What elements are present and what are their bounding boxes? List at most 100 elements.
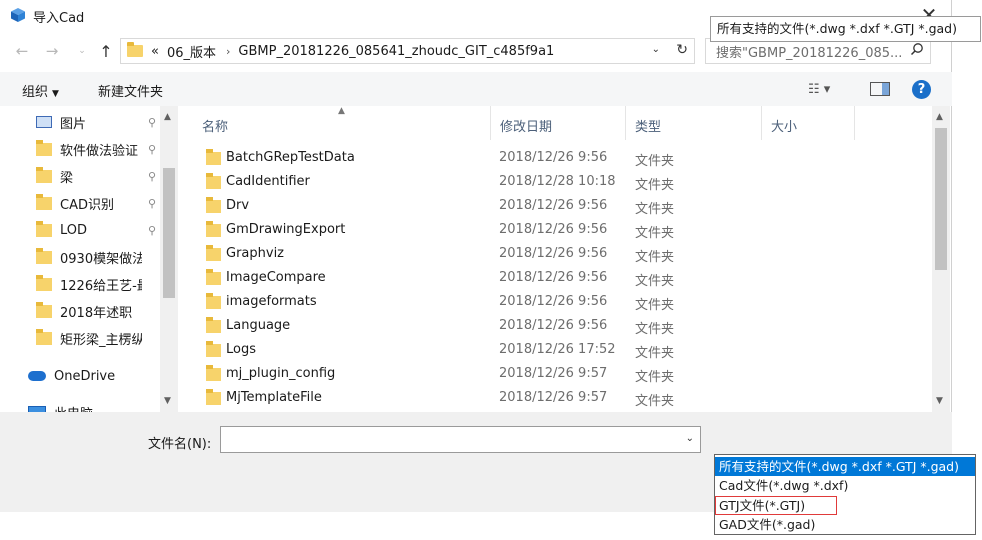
address-dropdown-icon[interactable]: ⌄ [652, 44, 660, 55]
forward-button[interactable]: → [42, 41, 62, 61]
file-type: 文件夹 [635, 370, 675, 385]
file-row[interactable]: Language 2018/12/26 9:56 文件夹 [186, 314, 930, 338]
recent-locations-button[interactable]: ⌄ [72, 41, 92, 61]
sidebar-item-folder[interactable]: 0930模架做法 [36, 245, 166, 269]
file-row[interactable]: Logs 2018/12/26 17:52 文件夹 [186, 338, 930, 362]
file-type-dropdown-list: 所有支持的文件(*.dwg *.dxf *.GTJ *.gad) Cad文件(*… [714, 454, 976, 535]
breadcrumb-item[interactable]: 06_版本 [167, 42, 216, 61]
sidebar-item-folder[interactable]: 1226给王艺-最终 [36, 272, 166, 296]
app-icon [11, 8, 25, 22]
folder-icon [206, 365, 221, 381]
folder-icon [206, 221, 221, 237]
sidebar-item-folder[interactable]: 2018年述职 [36, 299, 166, 323]
file-type-option[interactable]: GTJ文件(*.GTJ) [715, 496, 837, 515]
address-bar[interactable]: « 06_版本 › GBMP_20181226_085641_zhoudc_GI… [120, 38, 695, 64]
folder-icon [206, 245, 221, 261]
file-row[interactable]: CadIdentifier 2018/12/28 10:18 文件夹 [186, 170, 930, 194]
help-icon[interactable]: ? [912, 80, 931, 99]
sidebar-item-label: 1226给王艺-最终 [60, 278, 142, 294]
column-type[interactable]: 类型 [635, 116, 661, 135]
scrollbar-thumb[interactable] [935, 128, 947, 270]
sidebar-item-folder[interactable]: CAD识别 ⚲ [36, 191, 166, 215]
file-row[interactable]: mj_plugin_config 2018/12/26 9:57 文件夹 [186, 362, 930, 386]
refresh-icon[interactable]: ↻ [676, 42, 688, 58]
file-row[interactable]: GmDrawingExport 2018/12/26 9:56 文件夹 [186, 218, 930, 242]
file-row[interactable]: ImageCompare 2018/12/26 9:56 文件夹 [186, 266, 930, 290]
breadcrumb-overflow[interactable]: « [151, 44, 159, 59]
view-options-icon[interactable]: ☷ ▾ [808, 82, 848, 97]
organize-button[interactable]: 组织 ▼ [22, 81, 59, 100]
folder-icon [36, 328, 52, 345]
file-row[interactable]: BatchGRepTestData 2018/12/26 9:56 文件夹 [186, 146, 930, 170]
filename-input[interactable]: ⌄ [220, 426, 701, 453]
sidebar-item-label: 此电脑 [54, 403, 136, 413]
sidebar-item-label: 0930模架做法 [60, 251, 142, 267]
up-button[interactable]: ↑ [96, 41, 116, 61]
sidebar-item-label: 梁 [60, 170, 74, 186]
file-date: 2018/12/26 9:57 [499, 366, 608, 381]
file-row[interactable]: MjTemplateFile 2018/12/26 9:57 文件夹 [186, 386, 930, 410]
sidebar-item-folder[interactable]: LOD ⚲ [36, 218, 166, 242]
column-divider[interactable] [761, 106, 762, 140]
scrollbar-thumb[interactable] [163, 168, 175, 298]
file-row[interactable]: imageformats 2018/12/26 9:56 文件夹 [186, 290, 930, 314]
chevron-down-icon: ▼ [52, 89, 59, 99]
sidebar-item-label: OneDrive [54, 368, 116, 384]
file-row[interactable]: Graphviz 2018/12/26 9:56 文件夹 [186, 242, 930, 266]
scroll-up-icon[interactable]: ▲ [164, 112, 171, 122]
file-type-option[interactable]: GAD文件(*.gad) [715, 515, 975, 534]
sidebar-item-folder[interactable]: 矩形梁_主楞纵向 [36, 326, 166, 350]
column-name[interactable]: 名称 [202, 116, 228, 135]
column-divider[interactable] [854, 106, 855, 140]
file-date: 2018/12/26 9:57 [499, 390, 608, 405]
file-type-option[interactable]: Cad文件(*.dwg *.dxf) [715, 476, 975, 495]
file-list-scrollbar[interactable]: ▲ ▼ [932, 106, 950, 412]
folder-icon [206, 173, 221, 189]
file-type: 文件夹 [635, 394, 675, 409]
pin-icon: ⚲ [147, 169, 156, 183]
file-date: 2018/12/26 9:56 [499, 246, 608, 261]
sidebar-item-folder[interactable]: 软件做法验证 ⚲ [36, 137, 166, 161]
sidebar-item-pictures[interactable]: 图片 ⚲ [36, 110, 166, 134]
search-icon[interactable] [910, 42, 924, 56]
file-name: mj_plugin_config [226, 366, 336, 381]
folder-icon [206, 197, 221, 213]
scroll-down-icon[interactable]: ▼ [164, 396, 171, 406]
column-divider[interactable] [490, 106, 491, 140]
sidebar-scrollbar[interactable]: ▲ ▼ [160, 106, 178, 412]
folder-icon [36, 139, 52, 156]
folder-icon [206, 317, 221, 333]
preview-pane-icon[interactable] [870, 82, 890, 96]
file-date: 2018/12/26 9:56 [499, 318, 608, 333]
file-type-select[interactable]: 所有支持的文件(*.dwg *.dxf *.GTJ *.gad) [710, 16, 981, 42]
window-title: 导入Cad [33, 11, 85, 26]
pin-icon: ⚲ [147, 142, 156, 156]
column-divider[interactable] [625, 106, 626, 140]
folder-icon [36, 247, 52, 264]
search-placeholder: 搜索"GBMP_20181226_085... [716, 45, 903, 61]
file-date: 2018/12/26 9:56 [499, 294, 608, 309]
file-type: 文件夹 [635, 178, 675, 193]
back-button[interactable]: ← [12, 41, 32, 61]
file-list: ▲ 名称 修改日期 类型 大小 BatchGRepTestData 2018/12… [186, 106, 950, 412]
breadcrumb-item[interactable]: GBMP_20181226_085641_zhoudc_GIT_c485f9a1 [238, 44, 554, 59]
scroll-up-icon[interactable]: ▲ [936, 112, 943, 122]
chevron-right-icon[interactable]: › [226, 45, 230, 58]
sidebar-item-folder[interactable]: 梁 ⚲ [36, 164, 166, 188]
folder-icon [206, 341, 221, 357]
file-type: 文件夹 [635, 298, 675, 313]
scroll-down-icon[interactable]: ▼ [936, 396, 943, 406]
filename-label: 文件名(N): [148, 437, 212, 452]
file-type-option[interactable]: 所有支持的文件(*.dwg *.dxf *.GTJ *.gad) [715, 457, 975, 476]
file-name: Graphviz [226, 246, 285, 261]
file-type: 文件夹 [635, 226, 675, 241]
column-date[interactable]: 修改日期 [500, 116, 552, 135]
new-folder-button[interactable]: 新建文件夹 [98, 81, 163, 100]
sidebar-item-onedrive[interactable]: OneDrive [28, 364, 158, 388]
file-row[interactable]: Drv 2018/12/26 9:56 文件夹 [186, 194, 930, 218]
file-name: Logs [226, 342, 256, 357]
column-size[interactable]: 大小 [771, 116, 797, 135]
sidebar-item-this-pc[interactable]: 此电脑 [28, 400, 158, 412]
folder-icon [127, 42, 143, 57]
chevron-down-icon[interactable]: ⌄ [686, 433, 694, 444]
